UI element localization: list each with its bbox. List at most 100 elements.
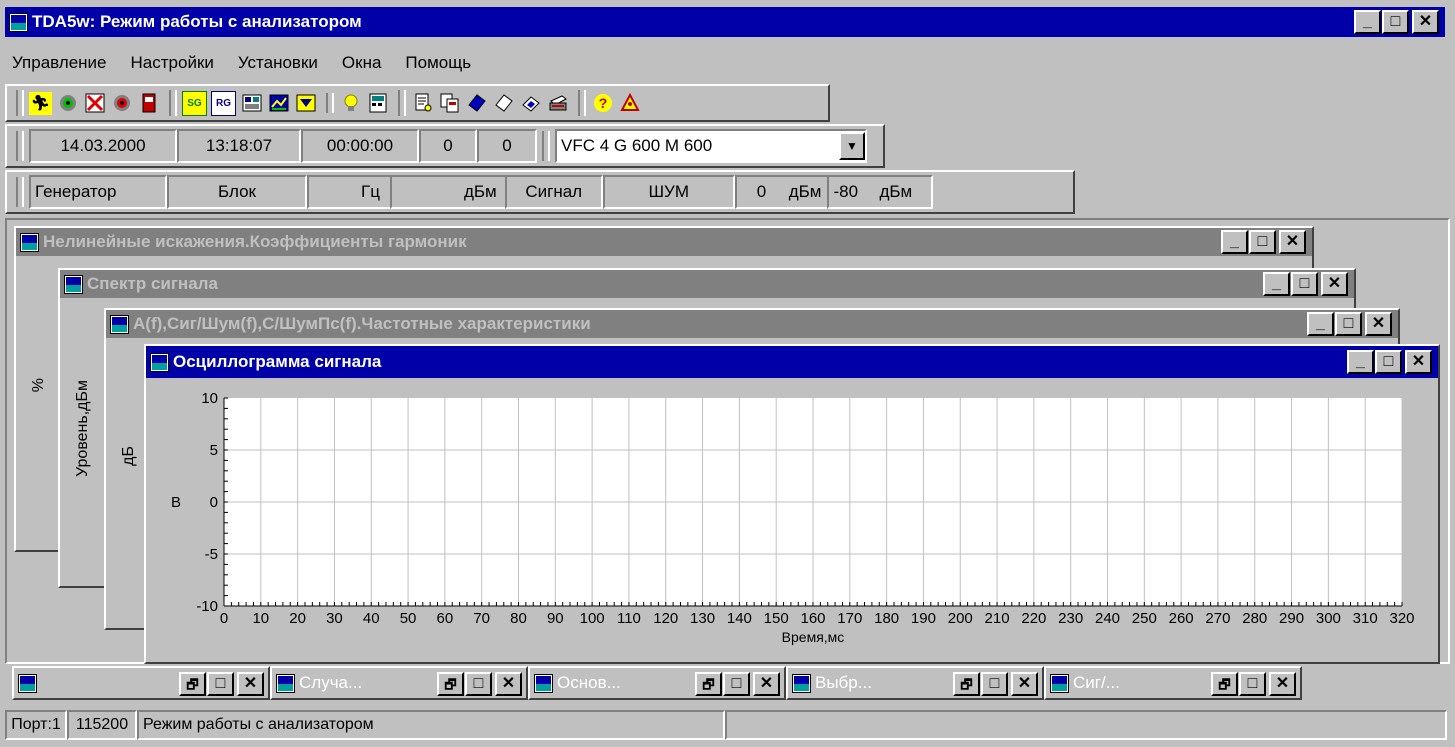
rg-icon[interactable]: RG: [211, 90, 236, 116]
bulb-icon[interactable]: [339, 92, 362, 115]
print-icon[interactable]: [411, 92, 434, 115]
close-button[interactable]: ✕: [1279, 230, 1306, 254]
close-button[interactable]: ✕: [237, 672, 264, 696]
maximize-button[interactable]: □: [1382, 10, 1409, 34]
x-tick-label: 110: [617, 610, 641, 627]
app-icon[interactable]: [150, 352, 169, 372]
x-tick-label: 210: [985, 610, 1010, 627]
x-tick-label: 130: [690, 610, 715, 627]
dbm-unit-1: дБм: [463, 182, 497, 201]
elapsed-field: 00:00:00: [301, 129, 419, 163]
minimized-window-3[interactable]: Выбр... 🗗 □ ✕: [786, 666, 1044, 700]
close-button[interactable]: ✕: [1412, 10, 1439, 34]
app-icon[interactable]: [18, 673, 37, 693]
graph-icon[interactable]: [267, 92, 290, 115]
menu-bar: Управление Настройки Установки Окна Помо…: [12, 50, 495, 76]
menu-nastroiki[interactable]: Настройки: [131, 53, 214, 73]
minimized-window-4[interactable]: Сиг/... 🗗 □ ✕: [1044, 666, 1302, 700]
x-tick-label: 180: [874, 610, 899, 627]
child-window-oscillogram[interactable]: Осциллограмма сигнала _ □ ✕ 0 10 20 30 40 50 6…: [144, 344, 1440, 664]
x-tick-label: 40: [363, 610, 380, 627]
close-button[interactable]: ✕: [1011, 672, 1038, 696]
about-icon[interactable]: [618, 92, 641, 115]
run-icon[interactable]: 🏃︎: [29, 91, 52, 115]
maximize-button[interactable]: □: [1335, 312, 1362, 336]
close-button[interactable]: ✕: [495, 672, 522, 696]
app-icon[interactable]: [792, 673, 811, 693]
x-tick-label: 160: [800, 610, 825, 627]
close-button[interactable]: ✕: [753, 672, 780, 696]
child-titlebar-oscillogram[interactable]: Осциллограмма сигнала _ □ ✕: [146, 346, 1438, 378]
close-button[interactable]: ✕: [1405, 350, 1432, 374]
minimized-title: Сиг/...: [1073, 673, 1120, 692]
minimize-button[interactable]: _: [1347, 350, 1374, 374]
close-button[interactable]: ✕: [1321, 272, 1348, 296]
minimized-window-2[interactable]: Основ... 🗗 □ ✕: [528, 666, 786, 700]
help-icon[interactable]: ?: [591, 92, 614, 115]
y-tick-label: 5: [210, 442, 218, 459]
minimize-button[interactable]: _: [1354, 10, 1381, 34]
restore-button[interactable]: 🗗: [179, 672, 206, 696]
oscillogram-chart: 0 10 20 30 40 50 60 70 80 90 100 110 120 130 140 150 160…: [171, 390, 1415, 645]
menu-ustanovki[interactable]: Установки: [238, 53, 318, 73]
maximize-button[interactable]: □: [723, 672, 750, 696]
child-title: Осциллограмма сигнала: [173, 352, 382, 371]
child-titlebar-harmonics[interactable]: Нелинейные искажения.Коэффициенты гармон…: [16, 228, 1312, 256]
record-icon[interactable]: [110, 92, 133, 115]
menu-okna[interactable]: Окна: [342, 53, 382, 73]
target-icon[interactable]: [56, 92, 79, 115]
door-icon[interactable]: [137, 92, 160, 115]
menu-pomosch[interactable]: Помощь: [405, 53, 471, 73]
minimized-window-0[interactable]: 🗗 □ ✕: [12, 666, 270, 700]
minimize-button[interactable]: _: [1263, 272, 1290, 296]
app-icon[interactable]: [64, 274, 83, 294]
minimize-button[interactable]: _: [1221, 230, 1248, 254]
main-titlebar[interactable]: TDA5w: Режим работы с анализатором _ □ ✕: [5, 7, 1445, 37]
stop-run-icon[interactable]: [83, 92, 106, 115]
generator-label: Генератор: [29, 175, 167, 209]
filter-icon[interactable]: [294, 92, 317, 115]
restore-button[interactable]: 🗗: [695, 672, 722, 696]
menu-upravlenie[interactable]: Управление: [12, 53, 107, 73]
chevron-down-icon[interactable]: ▼: [839, 132, 865, 160]
eraser-icon[interactable]: [519, 92, 542, 115]
app-icon[interactable]: [276, 673, 295, 693]
dbm-unit-3: дБм: [879, 182, 913, 201]
maximize-button[interactable]: □: [981, 672, 1008, 696]
y-axis-label: В: [171, 494, 181, 511]
minimize-button[interactable]: _: [1307, 312, 1334, 336]
app-icon[interactable]: [20, 232, 39, 252]
preset-select[interactable]: VFC 4 G 600 M 600 ▼: [555, 129, 867, 163]
maximize-button[interactable]: □: [1291, 272, 1318, 296]
printer-icon[interactable]: [546, 92, 569, 115]
preset-value: VFC 4 G 600 M 600: [561, 136, 713, 155]
child-titlebar-frequency[interactable]: A(f),Сиг/Шум(f),С/ШумПс(f).Частотные хар…: [106, 310, 1398, 338]
app-icon[interactable]: [110, 314, 129, 334]
open-icon[interactable]: [492, 92, 515, 115]
copy-icon[interactable]: [438, 92, 461, 115]
display-icon[interactable]: [240, 92, 263, 115]
signal-label: Сигнал: [504, 175, 603, 209]
child-titlebar-spectrum[interactable]: Спектр сигнала _ □ ✕: [60, 270, 1354, 298]
app-icon[interactable]: [534, 673, 553, 693]
app-icon[interactable]: [9, 12, 28, 32]
calc-icon[interactable]: [366, 92, 389, 115]
save-icon[interactable]: [465, 92, 488, 115]
child-title: A(f),Сиг/Шум(f),С/ШумПс(f).Частотные хар…: [133, 314, 591, 333]
x-tick-label: 90: [547, 610, 564, 627]
restore-button[interactable]: 🗗: [953, 672, 980, 696]
minimized-window-1[interactable]: Случа... 🗗 □ ✕: [270, 666, 528, 700]
maximize-button[interactable]: □: [465, 672, 492, 696]
restore-button[interactable]: 🗗: [437, 672, 464, 696]
sg-icon[interactable]: SG: [182, 90, 207, 116]
x-tick-label: 170: [837, 610, 862, 627]
maximize-button[interactable]: □: [1239, 672, 1266, 696]
maximize-button[interactable]: □: [207, 672, 234, 696]
status-extra: [725, 710, 1447, 740]
close-button[interactable]: ✕: [1269, 672, 1296, 696]
maximize-button[interactable]: □: [1375, 350, 1402, 374]
close-button[interactable]: ✕: [1365, 312, 1392, 336]
app-icon[interactable]: [1050, 673, 1069, 693]
maximize-button[interactable]: □: [1249, 230, 1276, 254]
restore-button[interactable]: 🗗: [1211, 672, 1238, 696]
